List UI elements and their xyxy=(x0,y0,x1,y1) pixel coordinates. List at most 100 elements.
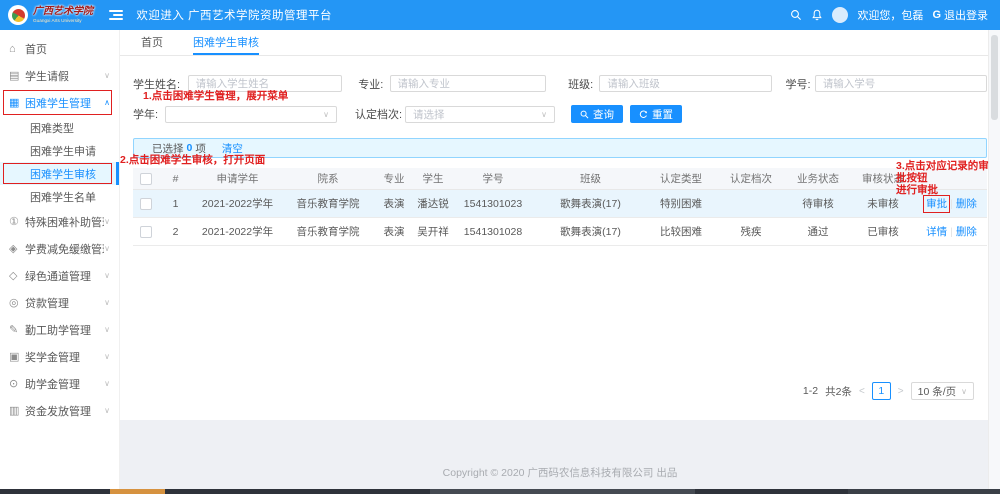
sidebar-item-poor-apply[interactable]: 困难学生申请 xyxy=(0,139,119,162)
level-select[interactable]: 请选择 ∨ xyxy=(405,106,555,123)
logout-label: 退出登录 xyxy=(944,7,988,23)
cell-biz-status: 待审核 xyxy=(786,190,850,218)
search-icon[interactable] xyxy=(790,9,802,21)
logout-icon: G xyxy=(932,9,941,21)
selection-info-bar: 已选择 0 项 清空 xyxy=(133,138,987,158)
school-name: 广西艺术学院 xyxy=(33,7,95,17)
table-header-row: # 申请学年 院系 专业 学生 学号 班级 认定类型 认定档次 业务状态 审核状… xyxy=(133,168,987,190)
chevron-down-icon: ∨ xyxy=(104,217,110,226)
management-icon: ▦ xyxy=(9,96,25,109)
chevron-down-icon: ∨ xyxy=(104,244,110,253)
cell-student-no: 1541301023 xyxy=(451,190,535,218)
sidebar-item-green-channel[interactable]: ◇ 绿色通道管理 ∨ xyxy=(0,262,119,289)
cell-student: 吴开祥 xyxy=(415,218,451,246)
chevron-down-icon: ∨ xyxy=(104,71,110,80)
col-actions xyxy=(916,168,987,190)
school-year-select[interactable]: ∨ xyxy=(165,106,337,123)
tab-poor-student-audit[interactable]: 困难学生审核 xyxy=(193,30,259,55)
home-icon: ⌂ xyxy=(9,43,25,55)
app-window: 广西艺术学院 Guangxi Arts University 欢迎进入 广西艺术… xyxy=(0,0,1000,494)
next-page-button[interactable]: > xyxy=(898,386,904,397)
search-button[interactable]: 查询 xyxy=(571,105,623,123)
table-row: 2 2021-2022学年 音乐教育学院 表演 吴开祥 1541301028 歌… xyxy=(133,218,987,246)
col-student: 学生 xyxy=(415,168,451,190)
tab-home[interactable]: 首页 xyxy=(141,30,163,55)
scrollbar[interactable] xyxy=(988,30,1000,489)
user-avatar[interactable] xyxy=(832,7,848,23)
logout-button[interactable]: G 退出登录 xyxy=(932,7,988,23)
audit-table: # 申请学年 院系 专业 学生 学号 班级 认定类型 认定档次 业务状态 审核状… xyxy=(133,168,987,246)
sidebar-item-poor-type[interactable]: 困难类型 xyxy=(0,116,119,139)
cell-apply-year: 2021-2022学年 xyxy=(192,190,283,218)
cell-student: 潘达锐 xyxy=(415,190,451,218)
cell-index: 2 xyxy=(159,218,192,246)
chevron-up-icon: ∧ xyxy=(104,98,110,107)
col-index: # xyxy=(159,168,192,190)
sidebar-item-tuition-waiver[interactable]: ◈ 学费减免缓缴管理 ∨ xyxy=(0,235,119,262)
detail-link[interactable]: 详情 xyxy=(926,226,947,238)
page-size-select[interactable]: 10 条/页 ∨ xyxy=(911,382,974,400)
chevron-down-icon: ∨ xyxy=(104,379,110,388)
clear-selection-link[interactable]: 清空 xyxy=(222,141,243,156)
sidebar-item-home[interactable]: ⌂ 首页 xyxy=(0,35,119,62)
sidebar-item-student-leave[interactable]: ▤ 学生请假 ∨ xyxy=(0,62,119,89)
loan-icon: ◎ xyxy=(9,296,25,309)
select-all-checkbox[interactable] xyxy=(140,173,152,185)
sidebar-item-loan[interactable]: ◎ 贷款管理 ∨ xyxy=(0,289,119,316)
menu-collapse-icon[interactable] xyxy=(109,10,123,20)
filter-row-1: 学生姓名: 专业: 班级: 学号: xyxy=(133,56,987,92)
sidebar-item-funds-release[interactable]: ▥ 资金发放管理 ∨ xyxy=(0,397,119,424)
reset-button[interactable]: 重置 xyxy=(630,105,682,123)
platform-title: 欢迎进入 广西艺术学院资助管理平台 xyxy=(136,7,332,23)
chevron-down-icon: ∨ xyxy=(104,352,110,361)
page-footer: Copyright © 2020 广西码农信息科技有限公司 出品 xyxy=(120,420,1000,489)
sidebar-item-special-subsidy[interactable]: ① 特殊困难补助管理 ∨ xyxy=(0,208,119,235)
cell-major: 表演 xyxy=(373,190,415,218)
grant-icon: ⊙ xyxy=(9,377,25,390)
student-name-input[interactable] xyxy=(188,75,343,92)
student-no-input[interactable] xyxy=(815,75,987,92)
school-name-en: Guangxi Arts University xyxy=(33,18,82,23)
table-row: 1 2021-2022学年 音乐教育学院 表演 潘达锐 1541301023 歌… xyxy=(133,190,987,218)
current-page-button[interactable]: 1 xyxy=(872,382,891,400)
pagination: 1-2 共2条 < 1 > 10 条/页 ∨ xyxy=(803,382,974,400)
col-class: 班级 xyxy=(535,168,646,190)
chevron-down-icon: ∨ xyxy=(104,406,110,415)
major-input[interactable] xyxy=(390,75,547,92)
col-level: 认定档次 xyxy=(716,168,786,190)
active-menu-indicator xyxy=(116,162,119,185)
cell-college: 音乐教育学院 xyxy=(283,190,373,218)
selected-count: 0 xyxy=(187,142,193,154)
notification-bell-icon[interactable] xyxy=(811,9,823,21)
sidebar-item-poor-audit[interactable]: 困难学生审核 xyxy=(0,162,119,185)
reload-icon xyxy=(639,110,648,119)
row-checkbox[interactable] xyxy=(140,226,152,238)
col-college: 院系 xyxy=(283,168,373,190)
sidebar-item-scholarship[interactable]: ▣ 奖学金管理 ∨ xyxy=(0,343,119,370)
level-label: 认定档次: xyxy=(355,106,405,122)
delete-link[interactable]: 删除 xyxy=(956,226,977,238)
chevron-down-icon: ∨ xyxy=(104,298,110,307)
delete-link[interactable]: 删除 xyxy=(956,198,977,210)
scrollbar-thumb[interactable] xyxy=(991,35,998,120)
content-panel: 学生姓名: 专业: 班级: 学号: 学年: ∨ 认定档次: 请选择 ∨ xyxy=(120,56,1000,420)
sidebar-item-work-study[interactable]: ✎ 勤工助学管理 ∨ xyxy=(0,316,119,343)
taskbar-edge xyxy=(0,489,1000,494)
top-bar: 广西艺术学院 Guangxi Arts University 欢迎进入 广西艺术… xyxy=(0,0,1000,30)
sidebar-item-grant[interactable]: ⊙ 助学金管理 ∨ xyxy=(0,370,119,397)
chevron-down-icon: ∨ xyxy=(961,387,967,396)
prev-page-button[interactable]: < xyxy=(859,386,865,397)
cell-student-no: 1541301028 xyxy=(451,218,535,246)
student-name-label: 学生姓名: xyxy=(133,76,188,92)
cell-level: 残疾 xyxy=(716,218,786,246)
sidebar-item-poor-student-management[interactable]: ▦ 困难学生管理 ∧ xyxy=(0,89,119,116)
sidebar-item-poor-list[interactable]: 困难学生名单 xyxy=(0,185,119,208)
leave-icon: ▤ xyxy=(9,69,25,82)
approve-link[interactable]: 审批 xyxy=(926,198,947,210)
col-biz-status: 业务状态 xyxy=(786,168,850,190)
cell-class: 歌舞表演(17) xyxy=(535,190,646,218)
class-input[interactable] xyxy=(599,75,771,92)
row-checkbox[interactable] xyxy=(140,198,152,210)
cell-type: 特别困难 xyxy=(646,190,716,218)
subsidy-icon: ① xyxy=(9,215,25,228)
